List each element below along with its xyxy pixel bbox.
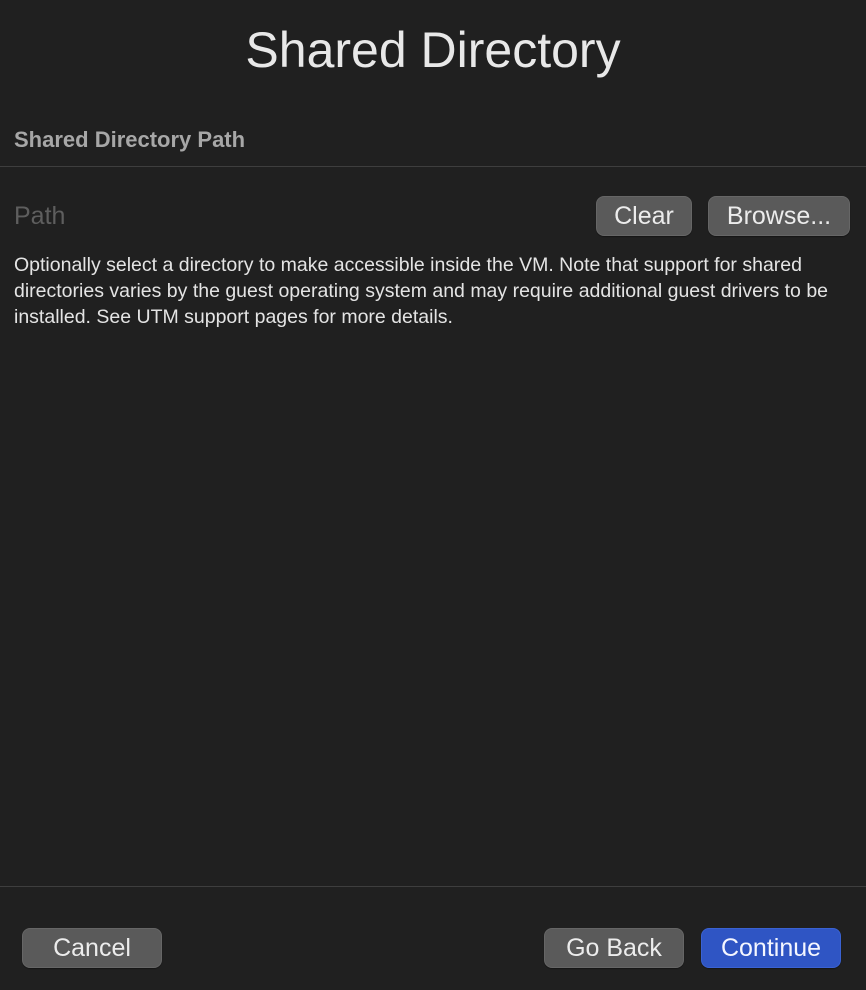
go-back-button[interactable]: Go Back	[544, 928, 684, 968]
browse-button[interactable]: Browse...	[708, 196, 850, 236]
help-description: Optionally select a directory to make ac…	[14, 254, 829, 328]
clear-button[interactable]: Clear	[596, 196, 692, 236]
section-header-shared-directory-path: Shared Directory Path	[14, 127, 246, 152]
section-divider	[0, 166, 866, 167]
continue-button[interactable]: Continue	[701, 928, 841, 968]
page-title: Shared Directory	[245, 22, 621, 78]
cancel-button[interactable]: Cancel	[22, 928, 162, 968]
path-input[interactable]	[14, 198, 574, 234]
footer-divider	[0, 886, 866, 887]
